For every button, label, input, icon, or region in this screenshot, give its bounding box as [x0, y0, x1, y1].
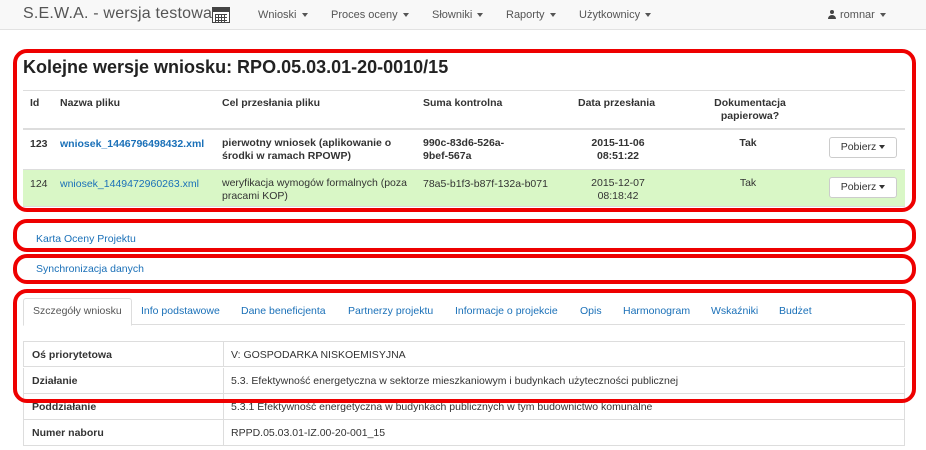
user-menu[interactable]: romnar	[828, 9, 886, 21]
chevron-down-icon	[301, 13, 308, 18]
nav-slowniki[interactable]: Słowniki	[432, 9, 484, 21]
annotation-box-versions	[13, 49, 916, 212]
nav-proces-oceny[interactable]: Proces oceny	[331, 9, 409, 21]
annotation-box-karta	[13, 219, 916, 252]
chevron-down-icon	[402, 13, 409, 18]
calendar-icon[interactable]	[212, 7, 230, 23]
chevron-down-icon	[879, 13, 886, 18]
chevron-down-icon	[549, 13, 556, 18]
chevron-down-icon	[645, 13, 652, 18]
annotation-box-sync	[13, 254, 916, 284]
nav-uzytkownicy[interactable]: Użytkownicy	[579, 9, 652, 21]
user-icon	[828, 10, 836, 19]
chevron-down-icon	[477, 13, 484, 18]
top-navbar: S.E.W.A. - wersja testowa Wnioski Proces…	[0, 0, 926, 30]
annotation-box-details	[13, 289, 916, 403]
table-row: Numer naboru RPPD.05.03.01-IZ.00-20-001_…	[23, 420, 905, 446]
app-title[interactable]: S.E.W.A. - wersja testowa	[23, 5, 212, 23]
nav-wnioski[interactable]: Wnioski	[258, 9, 308, 21]
detail-key: Numer naboru	[32, 427, 104, 439]
detail-value: RPPD.05.03.01-IZ.00-20-001_15	[231, 427, 386, 439]
nav-raporty[interactable]: Raporty	[506, 9, 556, 21]
